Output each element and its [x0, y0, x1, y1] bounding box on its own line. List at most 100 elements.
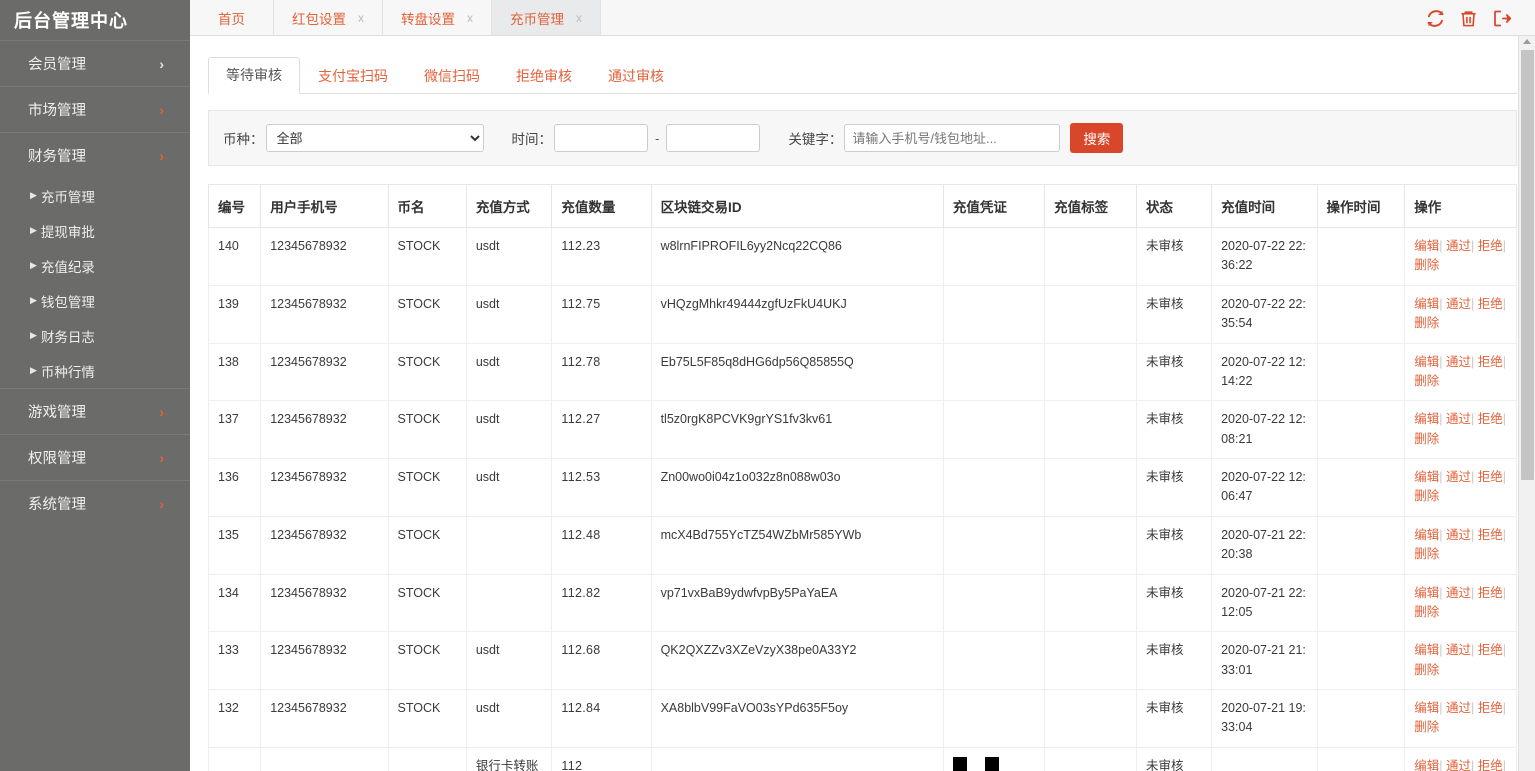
- refresh-icon[interactable]: [1425, 8, 1446, 29]
- sidebar-item-充值纪录[interactable]: ▶充值纪录: [0, 248, 190, 283]
- delete-link[interactable]: 删除: [1414, 605, 1439, 619]
- approve-link[interactable]: 通过: [1446, 528, 1471, 542]
- table-row: 13612345678932STOCKusdt112.53Zn00wo0i04z…: [209, 459, 1517, 517]
- cell-op-time: [1317, 228, 1405, 286]
- reject-link[interactable]: 拒绝: [1478, 355, 1503, 369]
- time-end-input[interactable]: [666, 124, 760, 152]
- chevron-right-icon: ›: [159, 148, 164, 164]
- sidebar-group-1[interactable]: 市场管理›: [0, 86, 190, 132]
- scroll-up-arrow-icon[interactable]: [1523, 39, 1531, 44]
- sidebar-item-充币管理[interactable]: ▶充币管理: [0, 178, 190, 213]
- trash-icon[interactable]: [1459, 8, 1478, 29]
- cell-method: usdt: [466, 228, 552, 286]
- action-separator: |: [1439, 355, 1446, 369]
- cell-voucher: [943, 690, 1044, 748]
- sidebar-item-币种行情[interactable]: ▶币种行情: [0, 353, 190, 388]
- tab-拒绝审核[interactable]: 拒绝审核: [498, 58, 590, 94]
- reject-link[interactable]: 拒绝: [1478, 528, 1503, 542]
- sidebar-group-0[interactable]: 会员管理›: [0, 40, 190, 86]
- delete-link[interactable]: 删除: [1414, 720, 1439, 734]
- action-separator: |: [1471, 586, 1478, 600]
- edit-link[interactable]: 编辑: [1414, 759, 1439, 771]
- approve-link[interactable]: 通过: [1446, 297, 1471, 311]
- action-separator: |: [1503, 355, 1506, 369]
- qr-code-icon[interactable]: [953, 757, 999, 771]
- action-separator: |: [1503, 528, 1506, 542]
- reject-link[interactable]: 拒绝: [1478, 643, 1503, 657]
- approve-link[interactable]: 通过: [1446, 643, 1471, 657]
- cell-txid: w8lrnFIPROFIL6yy2Ncq22CQ86: [651, 228, 943, 286]
- cell-actions: 编辑| 通过| 拒绝| 删除: [1405, 690, 1517, 748]
- delete-link[interactable]: 删除: [1414, 316, 1439, 330]
- delete-link[interactable]: 删除: [1414, 258, 1439, 272]
- approve-link[interactable]: 通过: [1446, 701, 1471, 715]
- close-icon[interactable]: x: [358, 12, 364, 24]
- edit-link[interactable]: 编辑: [1414, 297, 1439, 311]
- approve-link[interactable]: 通过: [1446, 239, 1471, 253]
- window-tab-充币管理[interactable]: 充币管理x: [492, 0, 601, 35]
- table-header-row: 编号用户手机号币名充值方式充值数量区块链交易ID充值凭证充值标签状态充值时间操作…: [209, 185, 1517, 228]
- sidebar-item-label: 提现审批: [41, 221, 95, 241]
- reject-link[interactable]: 拒绝: [1478, 701, 1503, 715]
- search-input[interactable]: [844, 124, 1060, 152]
- window-tab-转盘设置[interactable]: 转盘设置x: [383, 0, 492, 35]
- reject-link[interactable]: 拒绝: [1478, 759, 1503, 771]
- time-start-input[interactable]: [554, 124, 648, 152]
- edit-link[interactable]: 编辑: [1414, 470, 1439, 484]
- sidebar-group-3[interactable]: 游戏管理›: [0, 388, 190, 434]
- edit-link[interactable]: 编辑: [1414, 239, 1439, 253]
- action-separator: |: [1471, 297, 1478, 311]
- logout-icon[interactable]: [1491, 8, 1513, 29]
- column-header-充值方式: 充值方式: [466, 185, 552, 228]
- window-tab-首页[interactable]: 首页: [190, 0, 274, 35]
- edit-link[interactable]: 编辑: [1414, 643, 1439, 657]
- approve-link[interactable]: 通过: [1446, 759, 1471, 771]
- edit-link[interactable]: 编辑: [1414, 701, 1439, 715]
- reject-link[interactable]: 拒绝: [1478, 297, 1503, 311]
- approve-link[interactable]: 通过: [1446, 412, 1471, 426]
- approve-link[interactable]: 通过: [1446, 470, 1471, 484]
- tab-通过审核[interactable]: 通过审核: [590, 58, 682, 94]
- edit-link[interactable]: 编辑: [1414, 355, 1439, 369]
- cell-amount: 112: [552, 747, 651, 771]
- action-separator: |: [1439, 470, 1446, 484]
- delete-link[interactable]: 删除: [1414, 547, 1439, 561]
- sidebar-group-5[interactable]: 系统管理›: [0, 480, 190, 526]
- sidebar-item-提现审批[interactable]: ▶提现审批: [0, 213, 190, 248]
- cell-tag: [1045, 401, 1137, 459]
- close-icon[interactable]: x: [576, 12, 582, 24]
- reject-link[interactable]: 拒绝: [1478, 586, 1503, 600]
- sidebar-item-钱包管理[interactable]: ▶钱包管理: [0, 283, 190, 318]
- reject-link[interactable]: 拒绝: [1478, 239, 1503, 253]
- close-icon[interactable]: x: [467, 12, 473, 24]
- delete-link[interactable]: 删除: [1414, 432, 1439, 446]
- tab-微信扫码[interactable]: 微信扫码: [406, 58, 498, 94]
- tab-支付宝扫码[interactable]: 支付宝扫码: [300, 58, 406, 94]
- approve-link[interactable]: 通过: [1446, 355, 1471, 369]
- sidebar-group-2[interactable]: 财务管理›: [0, 132, 190, 178]
- edit-link[interactable]: 编辑: [1414, 586, 1439, 600]
- delete-link[interactable]: 删除: [1414, 663, 1439, 677]
- edit-link[interactable]: 编辑: [1414, 412, 1439, 426]
- tab-等待审核[interactable]: 等待审核: [208, 57, 300, 94]
- delete-link[interactable]: 删除: [1414, 489, 1439, 503]
- scrollbar-thumb[interactable]: [1521, 50, 1534, 480]
- vertical-scrollbar[interactable]: [1518, 36, 1535, 771]
- coin-label: 币种：: [223, 128, 264, 148]
- sidebar-group-4[interactable]: 权限管理›: [0, 434, 190, 480]
- reject-link[interactable]: 拒绝: [1478, 470, 1503, 484]
- coin-select[interactable]: 全部: [266, 124, 484, 152]
- cell-amount: 112.75: [552, 285, 651, 343]
- action-separator: |: [1439, 643, 1446, 657]
- cell-actions: 编辑| 通过| 拒绝| 删除: [1405, 343, 1517, 401]
- sidebar-item-财务日志[interactable]: ▶财务日志: [0, 318, 190, 353]
- cell-amount: 112.23: [552, 228, 651, 286]
- search-button[interactable]: 搜索: [1070, 123, 1123, 153]
- cell-coin: STOCK: [388, 343, 466, 401]
- edit-link[interactable]: 编辑: [1414, 528, 1439, 542]
- column-header-充值标签: 充值标签: [1045, 185, 1137, 228]
- window-tab-红包设置[interactable]: 红包设置x: [274, 0, 383, 35]
- delete-link[interactable]: 删除: [1414, 374, 1439, 388]
- approve-link[interactable]: 通过: [1446, 586, 1471, 600]
- reject-link[interactable]: 拒绝: [1478, 412, 1503, 426]
